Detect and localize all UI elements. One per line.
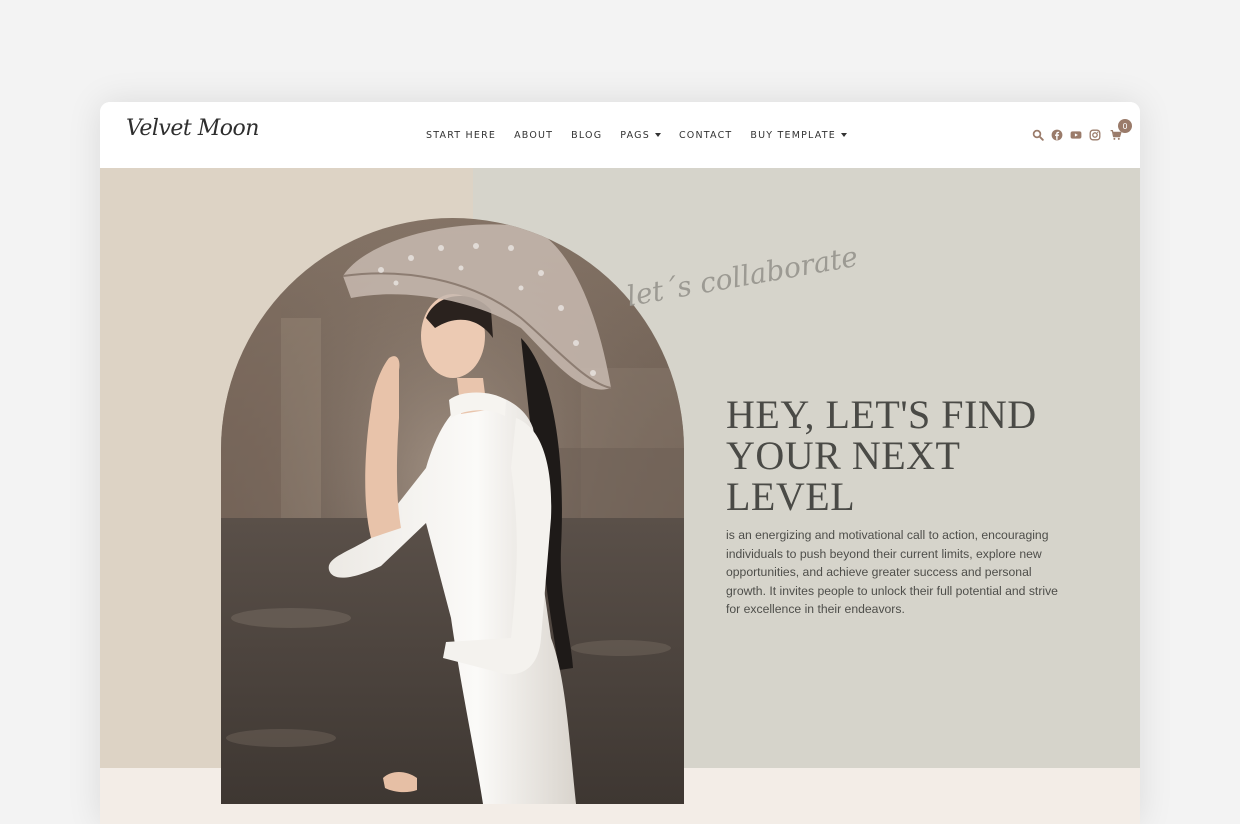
cart-count-badge: 0 — [1118, 119, 1132, 133]
main-nav: START HERE ABOUT BLOG PAGS CONTACT BUY T… — [426, 102, 865, 168]
nav-label: BLOG — [571, 129, 603, 141]
headline-line: LEVEL — [726, 474, 856, 519]
chevron-down-icon — [654, 133, 661, 137]
site-logo[interactable]: Velvet Moon — [126, 116, 259, 141]
browser-frame: Velvet Moon START HERE ABOUT BLOG PAGS C… — [100, 102, 1140, 824]
youtube-icon[interactable] — [1070, 129, 1082, 141]
chevron-down-icon — [840, 133, 847, 137]
nav-label: PAGS — [620, 129, 650, 141]
nav-item-pags[interactable]: PAGS — [620, 130, 661, 141]
headline-line: HEY, LET'S FIND — [726, 392, 1037, 437]
nav-label: START HERE — [426, 129, 497, 141]
instagram-icon[interactable] — [1089, 129, 1101, 141]
nav-label: BUY TEMPLATE — [750, 129, 836, 141]
hero-body-text: is an energizing and motivational call t… — [726, 528, 1058, 616]
nav-label: CONTACT — [678, 129, 733, 141]
hero-photo — [221, 218, 684, 804]
hero-section: let´s collaborate HEY, LET'S FIND YOUR N… — [100, 168, 1140, 824]
nav-item-blog[interactable]: BLOG — [571, 130, 602, 141]
nav-item-start-here[interactable]: START HERE — [426, 130, 496, 141]
nav-item-about[interactable]: ABOUT — [514, 130, 553, 141]
nav-label: ABOUT — [514, 129, 554, 141]
hero-photo-illustration — [221, 218, 684, 804]
headline-line: YOUR NEXT — [726, 433, 961, 478]
search-icon[interactable] — [1032, 129, 1044, 141]
header-icons: 0 — [1025, 102, 1132, 168]
cart-icon[interactable]: 0 — [1110, 119, 1132, 141]
site-header: Velvet Moon START HERE ABOUT BLOG PAGS C… — [100, 102, 1140, 168]
hero-headline: HEY, LET'S FIND YOUR NEXT LEVEL — [726, 394, 1066, 517]
facebook-icon[interactable] — [1051, 129, 1063, 141]
nav-item-contact[interactable]: CONTACT — [679, 130, 732, 141]
nav-item-buy-template[interactable]: BUY TEMPLATE — [750, 130, 847, 141]
